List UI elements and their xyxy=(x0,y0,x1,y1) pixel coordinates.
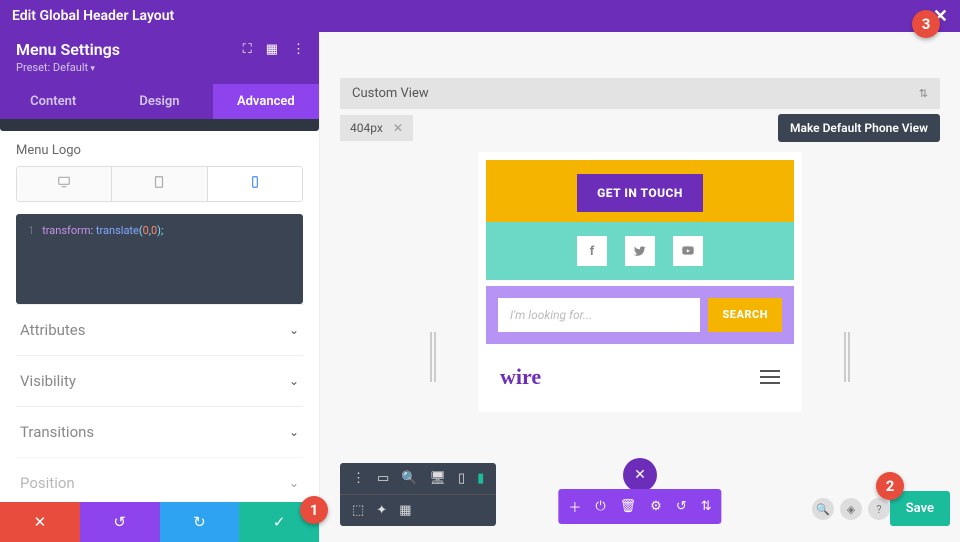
trash-icon[interactable]: 🗑 xyxy=(620,499,637,514)
clear-size-icon[interactable]: ✕ xyxy=(393,121,403,135)
top-bar-title: Edit Global Header Layout xyxy=(12,8,174,24)
history-icon[interactable]: ↺ xyxy=(676,499,687,514)
chevron-down-icon: ⌄ xyxy=(289,476,299,490)
undo-button[interactable]: ↺ xyxy=(80,502,160,542)
nav-section: wire xyxy=(486,350,794,404)
desktop-view-icon[interactable]: 🖥 xyxy=(429,471,446,486)
device-toolbox: ⋮ ▭ 🔍 🖥 ▯ ▮ ⬚ ✦ ▦ xyxy=(340,463,496,526)
search-input[interactable]: I'm looking for... xyxy=(498,298,700,332)
cta-section: GET IN TOUCH f xyxy=(486,160,794,280)
annotation-marker-2: 2 xyxy=(876,472,904,500)
twitter-icon[interactable] xyxy=(625,236,655,266)
redo-button[interactable]: ↻ xyxy=(160,502,240,542)
search-button[interactable]: SEARCH xyxy=(708,298,782,332)
youtube-icon[interactable] xyxy=(673,236,703,266)
preview-canvas: Custom View ⇅ 404px ✕ Make Default Phone… xyxy=(320,32,960,542)
gear-icon[interactable]: ⚙ xyxy=(650,499,662,514)
panel-body: Menu Logo 1transform: translate(0,0); At… xyxy=(0,119,319,502)
expand-icon[interactable]: ⛶ xyxy=(243,42,252,57)
accordion-attributes[interactable]: Attributes ⌄ xyxy=(16,304,303,355)
zoom-icon[interactable]: 🔍 xyxy=(812,498,834,520)
tab-design[interactable]: Design xyxy=(106,84,212,119)
device-selector xyxy=(16,166,303,202)
hamburger-icon[interactable] xyxy=(760,370,780,384)
wireframe-icon[interactable]: ▭ xyxy=(377,471,389,486)
code-editor[interactable]: 1transform: translate(0,0); xyxy=(16,214,303,304)
view-dropdown[interactable]: Custom View ⇅ xyxy=(340,78,940,109)
annotation-marker-1: 1 xyxy=(300,496,328,524)
resize-handle-left[interactable] xyxy=(430,332,436,382)
accordion-transitions[interactable]: Transitions ⌄ xyxy=(16,406,303,457)
module-action-bar: ＋ ⏻ 🗑 ⚙ ↺ ⇅ xyxy=(558,489,721,524)
add-icon[interactable]: ＋ xyxy=(568,497,581,516)
facebook-icon[interactable]: f xyxy=(577,236,607,266)
chevron-down-icon: ⌄ xyxy=(289,425,299,439)
annotation-marker-3: 3 xyxy=(912,10,940,38)
menu-logo-label: Menu Logo xyxy=(16,143,303,158)
layers-icon[interactable]: ◈ xyxy=(840,498,862,520)
landscape-icon[interactable]: ✦ xyxy=(376,503,387,518)
more-icon[interactable]: ⋮ xyxy=(292,42,305,57)
bottom-action-bar: ✕ ↺ ↻ ✓ xyxy=(0,502,319,542)
search-section: I'm looking for... SEARCH xyxy=(486,286,794,344)
toolbox-more-icon[interactable]: ⋮ xyxy=(352,471,365,486)
sidebar-header: Menu Settings Preset: Default ⛶ ▦ ⋮ xyxy=(0,32,319,84)
tablet-view-icon[interactable]: ▯ xyxy=(458,471,465,486)
phone-view-icon[interactable]: ▮ xyxy=(477,471,484,486)
fab-close-button[interactable]: ✕ xyxy=(623,458,657,492)
cta-button[interactable]: GET IN TOUCH xyxy=(577,174,703,212)
tablet-icon[interactable] xyxy=(112,167,207,201)
make-default-button[interactable]: Make Default Phone View xyxy=(778,114,940,142)
zoom-tool-icon[interactable]: 🔍 xyxy=(401,471,417,486)
accordion-visibility[interactable]: Visibility ⌄ xyxy=(16,355,303,406)
tab-content[interactable]: Content xyxy=(0,84,106,119)
tab-advanced[interactable]: Advanced xyxy=(213,84,319,119)
viewport-size: 404px ✕ xyxy=(340,115,413,141)
desktop-icon[interactable] xyxy=(17,167,112,201)
sort-icon[interactable]: ⇅ xyxy=(701,499,712,514)
accordion-position[interactable]: Position ⌄ xyxy=(16,457,303,502)
power-icon[interactable]: ⏻ xyxy=(595,499,605,514)
updown-icon: ⇅ xyxy=(919,87,928,100)
portrait-icon[interactable]: ⬚ xyxy=(352,503,364,518)
settings-sidebar: Menu Settings Preset: Default ⛶ ▦ ⋮ Cont… xyxy=(0,32,320,542)
grid-icon[interactable]: ▦ xyxy=(266,42,278,57)
grid-view-icon[interactable]: ▦ xyxy=(399,503,411,518)
chevron-down-icon: ⌄ xyxy=(289,374,299,388)
discard-button[interactable]: ✕ xyxy=(0,502,80,542)
site-logo[interactable]: wire xyxy=(500,364,541,390)
phone-preview: GET IN TOUCH f I xyxy=(478,152,802,412)
resize-handle-right[interactable] xyxy=(844,332,850,382)
preset-dropdown[interactable]: Preset: Default xyxy=(16,61,303,74)
help-icon[interactable]: ? xyxy=(868,498,890,520)
tab-bar: Content Design Advanced xyxy=(0,84,319,119)
phone-icon[interactable] xyxy=(208,167,302,201)
top-bar: Edit Global Header Layout ✕ xyxy=(0,0,960,32)
chevron-down-icon: ⌄ xyxy=(289,323,299,337)
canvas-mini-icons: 🔍 ◈ ? xyxy=(812,498,890,520)
